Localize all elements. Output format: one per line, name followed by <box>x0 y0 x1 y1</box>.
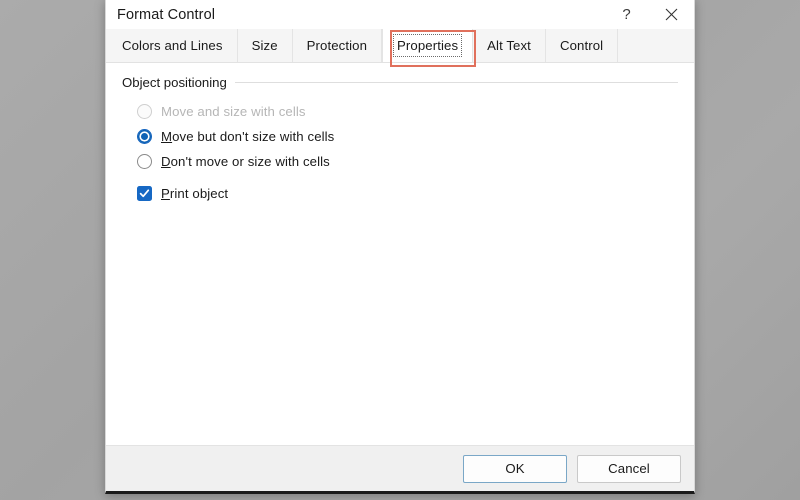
accelerator-char: D <box>161 154 171 169</box>
radio-label-move-and-size: Move and size with cells <box>161 104 306 119</box>
radio-label-move-no-size: Move but don't size with cells <box>161 129 334 144</box>
group-separator-rule <box>234 82 678 83</box>
properties-tab-panel: Object positioning Move and size with ce… <box>106 63 694 445</box>
radio-label-dont-move-or-size: Don't move or size with cells <box>161 154 330 169</box>
tab-label: Alt Text <box>487 38 531 53</box>
group-title: Object positioning <box>122 75 227 90</box>
checkbox-row-print-object[interactable]: Print object <box>137 182 678 205</box>
tab-colors-and-lines[interactable]: Colors and Lines <box>108 29 238 62</box>
object-positioning-group-header: Object positioning <box>122 75 678 90</box>
label-rest: rint object <box>169 186 229 201</box>
tab-label: Protection <box>306 38 368 53</box>
tab-size[interactable]: Size <box>238 29 293 62</box>
dialog-titlebar: Format Control ? <box>106 0 694 29</box>
tab-control[interactable]: Control <box>546 29 619 62</box>
label-rest: on't move or size with cells <box>170 154 330 169</box>
ok-button[interactable]: OK <box>463 454 567 483</box>
radio-move-no-size-icon[interactable] <box>137 129 152 144</box>
tab-label: Control <box>559 38 604 53</box>
radio-row-move-and-size[interactable]: Move and size with cells <box>137 100 678 123</box>
tab-properties[interactable]: Properties <box>382 29 474 62</box>
tab-alt-text[interactable]: Alt Text <box>473 29 546 62</box>
radio-row-dont-move-or-size[interactable]: Don't move or size with cells <box>137 150 678 173</box>
checkbox-label-print-object: Print object <box>161 186 228 201</box>
label-rest: ove but don't size with cells <box>172 129 335 144</box>
cancel-button[interactable]: Cancel <box>577 454 681 483</box>
tab-label: Colors and Lines <box>122 38 223 53</box>
dialog-title: Format Control <box>117 6 216 23</box>
radio-row-move-no-size[interactable]: Move but don't size with cells <box>137 125 678 148</box>
dialog-footer: OK Cancel <box>106 445 694 491</box>
tab-protection[interactable]: Protection <box>293 29 383 62</box>
tab-label: Size <box>251 38 278 53</box>
tab-label: Properties <box>393 34 463 57</box>
radio-dont-move-or-size-icon[interactable] <box>137 154 152 169</box>
print-object-checkbox-icon[interactable] <box>137 186 152 201</box>
object-positioning-options: Move and size with cells Move but don't … <box>122 100 678 205</box>
help-icon[interactable]: ? <box>604 0 649 29</box>
tab-strip: Colors and Lines Size Protection Propert… <box>106 29 694 67</box>
format-control-dialog: Format Control ? Colors and Lines Size P… <box>105 0 695 494</box>
radio-move-and-size-icon[interactable] <box>137 104 152 119</box>
caption-button-group: ? <box>604 0 694 29</box>
close-icon[interactable] <box>649 0 694 29</box>
accelerator-char: M <box>161 129 173 144</box>
accelerator-char: P <box>161 186 170 201</box>
tab-strip-filler <box>618 29 694 62</box>
